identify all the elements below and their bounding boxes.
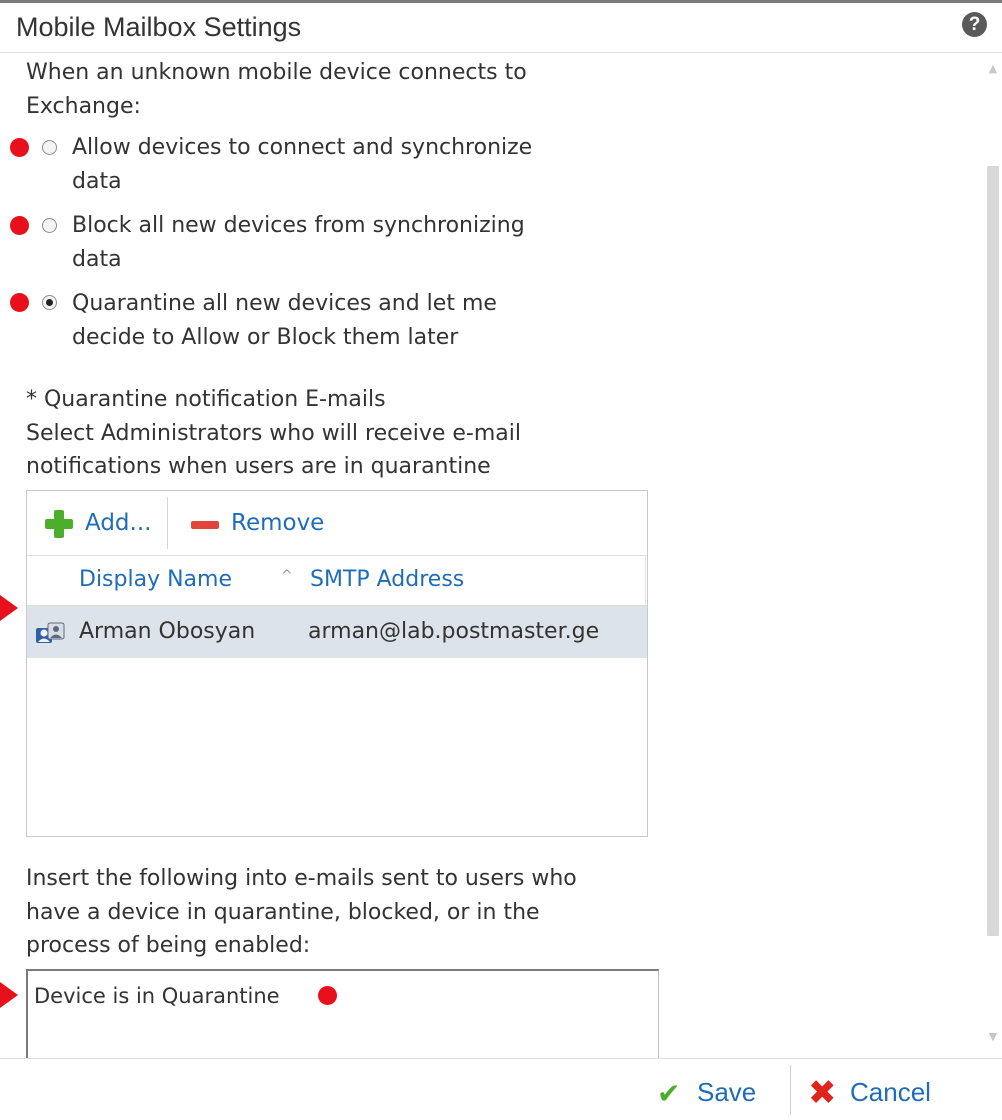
- textarea-value: Device is in Quarantine: [34, 984, 280, 1008]
- row-display-name: Arman Obosyan: [79, 619, 256, 644]
- plus-icon[interactable]: [43, 508, 75, 540]
- radio-quarantine-devices[interactable]: [42, 295, 57, 310]
- save-button[interactable]: Save: [697, 1073, 756, 1111]
- dialog-footer: ✔ Save ✖ Cancel: [0, 1058, 1002, 1120]
- annotation-dot: [10, 293, 29, 312]
- access-intro-line2: Exchange:: [26, 94, 141, 119]
- table-row[interactable]: Arman Obosyan arman@lab.postmaster.ge: [27, 606, 647, 658]
- column-smtp-address[interactable]: SMTP Address: [310, 563, 464, 597]
- sort-ascending-icon: ^: [281, 568, 293, 584]
- option-allow-line1: Allow devices to connect and synchronize: [72, 135, 533, 160]
- toolbar-divider: [167, 497, 168, 549]
- email-text-label-line2: have a device in quarantine, blocked, or…: [26, 900, 540, 925]
- header-divider: [645, 555, 646, 605]
- quarantine-desc-line2: notifications when users are in quaranti…: [26, 454, 491, 479]
- row-smtp-address: arman@lab.postmaster.ge: [308, 619, 600, 644]
- email-text-label-line3: process of being enabled:: [26, 933, 311, 958]
- annotation-dot: [318, 986, 337, 1005]
- help-icon[interactable]: ?: [962, 12, 987, 37]
- remove-button[interactable]: Remove: [231, 506, 324, 540]
- scrollbar-thumb[interactable]: [987, 166, 999, 936]
- list-toolbar: Add... Remove: [27, 491, 647, 556]
- option-allow-line2: data: [72, 169, 122, 194]
- scroll-down-arrow-icon[interactable]: ▼: [986, 1030, 1000, 1048]
- top-border: [0, 0, 1002, 3]
- checkmark-icon[interactable]: ✔: [657, 1079, 680, 1109]
- email-text-label-line1: Insert the following into e-mails sent t…: [26, 866, 577, 891]
- annotation-dot: [10, 138, 29, 157]
- minus-icon[interactable]: [191, 521, 219, 529]
- dialog-title: Mobile Mailbox Settings: [16, 12, 302, 42]
- radio-block-devices[interactable]: [42, 218, 57, 233]
- option-block-line1: Block all new devices from synchronizing: [72, 213, 525, 238]
- quarantine-heading: * Quarantine notification E-mails: [26, 387, 386, 412]
- option-block-line2: data: [72, 247, 122, 272]
- annotation-arrow: [0, 982, 18, 1008]
- scroll-up-arrow-icon[interactable]: ▲: [986, 62, 1000, 80]
- access-intro-line1: When an unknown mobile device connects t…: [26, 60, 527, 85]
- radio-allow-devices[interactable]: [42, 140, 57, 155]
- list-header: Display Name ^ SMTP Address: [27, 555, 647, 606]
- quarantine-desc-line1: Select Administrators who will receive e…: [26, 421, 521, 446]
- annotation-dot: [10, 216, 29, 235]
- option-quarantine-line1: Quarantine all new devices and let me: [72, 291, 497, 316]
- title-divider: [0, 52, 1002, 53]
- x-icon[interactable]: ✖: [808, 1075, 837, 1111]
- user-icon: [36, 622, 65, 643]
- column-display-name[interactable]: Display Name: [79, 563, 232, 597]
- cancel-button[interactable]: Cancel: [850, 1073, 931, 1111]
- option-quarantine-line2: decide to Allow or Block them later: [72, 325, 459, 350]
- add-button[interactable]: Add...: [85, 506, 151, 540]
- administrator-list: Add... Remove Display Name ^ SMTP Addres…: [26, 490, 648, 837]
- annotation-arrow: [0, 595, 18, 621]
- footer-divider: [790, 1065, 791, 1115]
